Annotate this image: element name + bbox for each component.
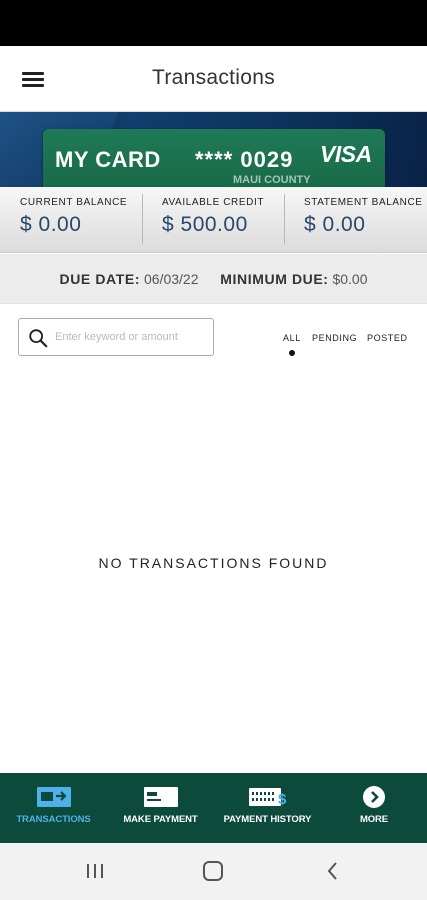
- available-credit-value: $ 500.00: [162, 213, 248, 236]
- page-title: Transactions: [151, 66, 276, 89]
- tab-all[interactable]: ALL: [283, 333, 301, 356]
- visa-logo: VISA: [320, 141, 372, 167]
- more-arrow-icon: [363, 786, 385, 808]
- tab-posted-label: POSTED: [367, 333, 408, 343]
- nav-more-label: MORE: [359, 814, 389, 825]
- card-image[interactable]: MY CARD **** 0029 VISA MAUI COUNTY: [43, 129, 385, 187]
- due-info-bar: DUE DATE: 06/03/22 MINIMUM DUE: $0.00: [0, 254, 427, 304]
- divider: [284, 194, 285, 244]
- due-date-value: 06/03/22: [143, 271, 199, 287]
- app-root: Transactions MY CARD **** 0029 VISA MAUI…: [0, 0, 427, 900]
- selected-indicator: [288, 350, 295, 356]
- minimum-due-value: $0.00: [332, 271, 368, 287]
- nav-payment-history[interactable]: $ PAYMENT HISTORY: [214, 773, 321, 843]
- payment-history-icon: $: [248, 788, 287, 808]
- available-credit-label: AVAILABLE CREDIT: [162, 197, 265, 208]
- divider: [142, 194, 143, 244]
- due-date-label: DUE DATE:: [59, 271, 141, 287]
- bottom-nav: TRANSACTIONS MAKE PAYMENT $ PAYMENT HIST…: [0, 773, 427, 843]
- statement-balance-value: $ 0.00: [304, 213, 366, 236]
- nav-transactions[interactable]: TRANSACTIONS: [0, 773, 107, 843]
- tab-pending[interactable]: PENDING: [312, 333, 357, 343]
- nav-make-payment-label: MAKE PAYMENT: [123, 814, 198, 825]
- nav-payment-history-label: PAYMENT HISTORY: [223, 814, 312, 825]
- card-banner: MY CARD **** 0029 VISA MAUI COUNTY: [0, 112, 427, 187]
- tab-pending-label: PENDING: [312, 333, 358, 343]
- svg-text:$: $: [278, 791, 287, 808]
- balance-summary: CURRENT BALANCE $ 0.00 AVAILABLE CREDIT …: [0, 187, 427, 253]
- nav-make-payment[interactable]: MAKE PAYMENT: [107, 773, 214, 843]
- filter-tabs: ALL PENDING POSTED: [0, 333, 427, 363]
- current-balance-value: $ 0.00: [20, 213, 82, 236]
- card-number: **** 0029: [195, 147, 294, 172]
- statement-balance-label: STATEMENT BALANCE: [304, 197, 423, 208]
- status-bar: [0, 0, 427, 46]
- card-payment-icon: [143, 787, 178, 807]
- system-nav-bar: [0, 843, 427, 900]
- app-header: Transactions: [0, 46, 427, 112]
- nav-more[interactable]: MORE: [321, 773, 427, 843]
- nav-transactions-label: TRANSACTIONS: [16, 814, 91, 825]
- tab-posted[interactable]: POSTED: [367, 333, 408, 343]
- recent-apps-icon[interactable]: [84, 861, 106, 881]
- home-icon[interactable]: [202, 861, 224, 881]
- transactions-icon: [36, 787, 71, 807]
- card-name: MY CARD: [55, 147, 161, 172]
- current-balance-label: CURRENT BALANCE: [20, 197, 128, 208]
- minimum-due-label: MINIMUM DUE:: [220, 271, 329, 287]
- empty-state-message: NO TRANSACTIONS FOUND: [98, 555, 329, 571]
- card-issuer: MAUI COUNTY: [233, 174, 311, 186]
- tab-all-label: ALL: [283, 333, 301, 343]
- back-icon[interactable]: [322, 861, 344, 881]
